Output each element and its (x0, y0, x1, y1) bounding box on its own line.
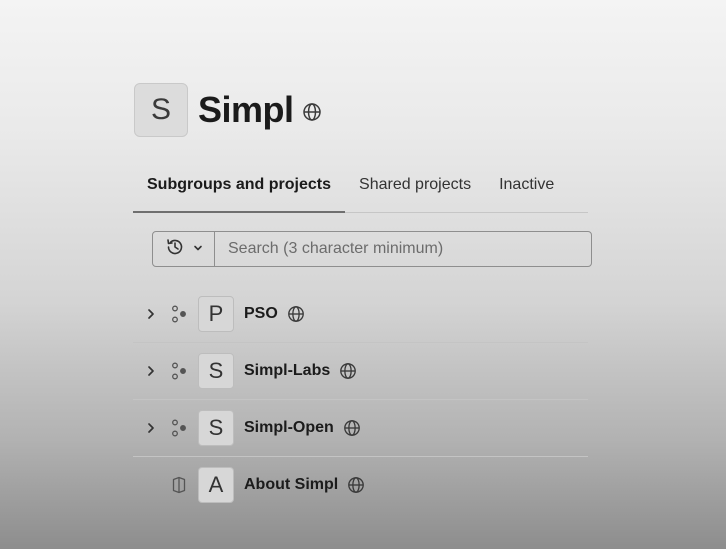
project-icon (171, 476, 187, 494)
group-children-list: P PSO S Simpl-Labs S Simpl-Open A About … (133, 286, 588, 513)
list-item[interactable]: S Simpl-Labs (133, 343, 588, 400)
sort-dropdown-button[interactable] (153, 232, 215, 266)
globe-icon (343, 419, 361, 437)
avatar[interactable]: P (198, 296, 234, 332)
avatar[interactable]: S (198, 410, 234, 446)
chevron-right-icon[interactable] (145, 308, 157, 320)
search-input[interactable] (215, 231, 591, 267)
chevron-right-icon[interactable] (145, 365, 157, 377)
group-avatar[interactable]: S (134, 83, 188, 137)
tab-inactive[interactable]: Inactive (485, 164, 568, 212)
subgroup-icon (171, 305, 187, 323)
group-header: S Simpl (134, 83, 322, 137)
tab-subgroups-and-projects[interactable]: Subgroups and projects (133, 164, 346, 213)
chevron-down-icon (193, 240, 203, 258)
list-item[interactable]: S Simpl-Open (133, 400, 588, 457)
globe-icon (287, 305, 305, 323)
subgroup-icon (171, 419, 187, 437)
item-name[interactable]: Simpl-Open (244, 419, 334, 437)
tab-shared-projects[interactable]: Shared projects (345, 164, 485, 212)
globe-icon (347, 476, 365, 494)
item-name[interactable]: Simpl-Labs (244, 362, 330, 380)
chevron-right-icon[interactable] (145, 422, 157, 434)
avatar[interactable]: A (198, 467, 234, 503)
history-icon (165, 237, 185, 262)
tab-bar: Subgroups and projects Shared projects I… (133, 164, 588, 213)
item-name[interactable]: About Simpl (244, 476, 338, 494)
subgroup-icon (171, 362, 187, 380)
avatar[interactable]: S (198, 353, 234, 389)
item-name[interactable]: PSO (244, 305, 278, 323)
globe-icon (339, 362, 357, 380)
group-title: Simpl (198, 89, 294, 130)
search-bar (152, 231, 592, 267)
list-item[interactable]: P PSO (133, 286, 588, 343)
list-item[interactable]: A About Simpl (133, 457, 588, 513)
globe-icon (302, 102, 322, 122)
